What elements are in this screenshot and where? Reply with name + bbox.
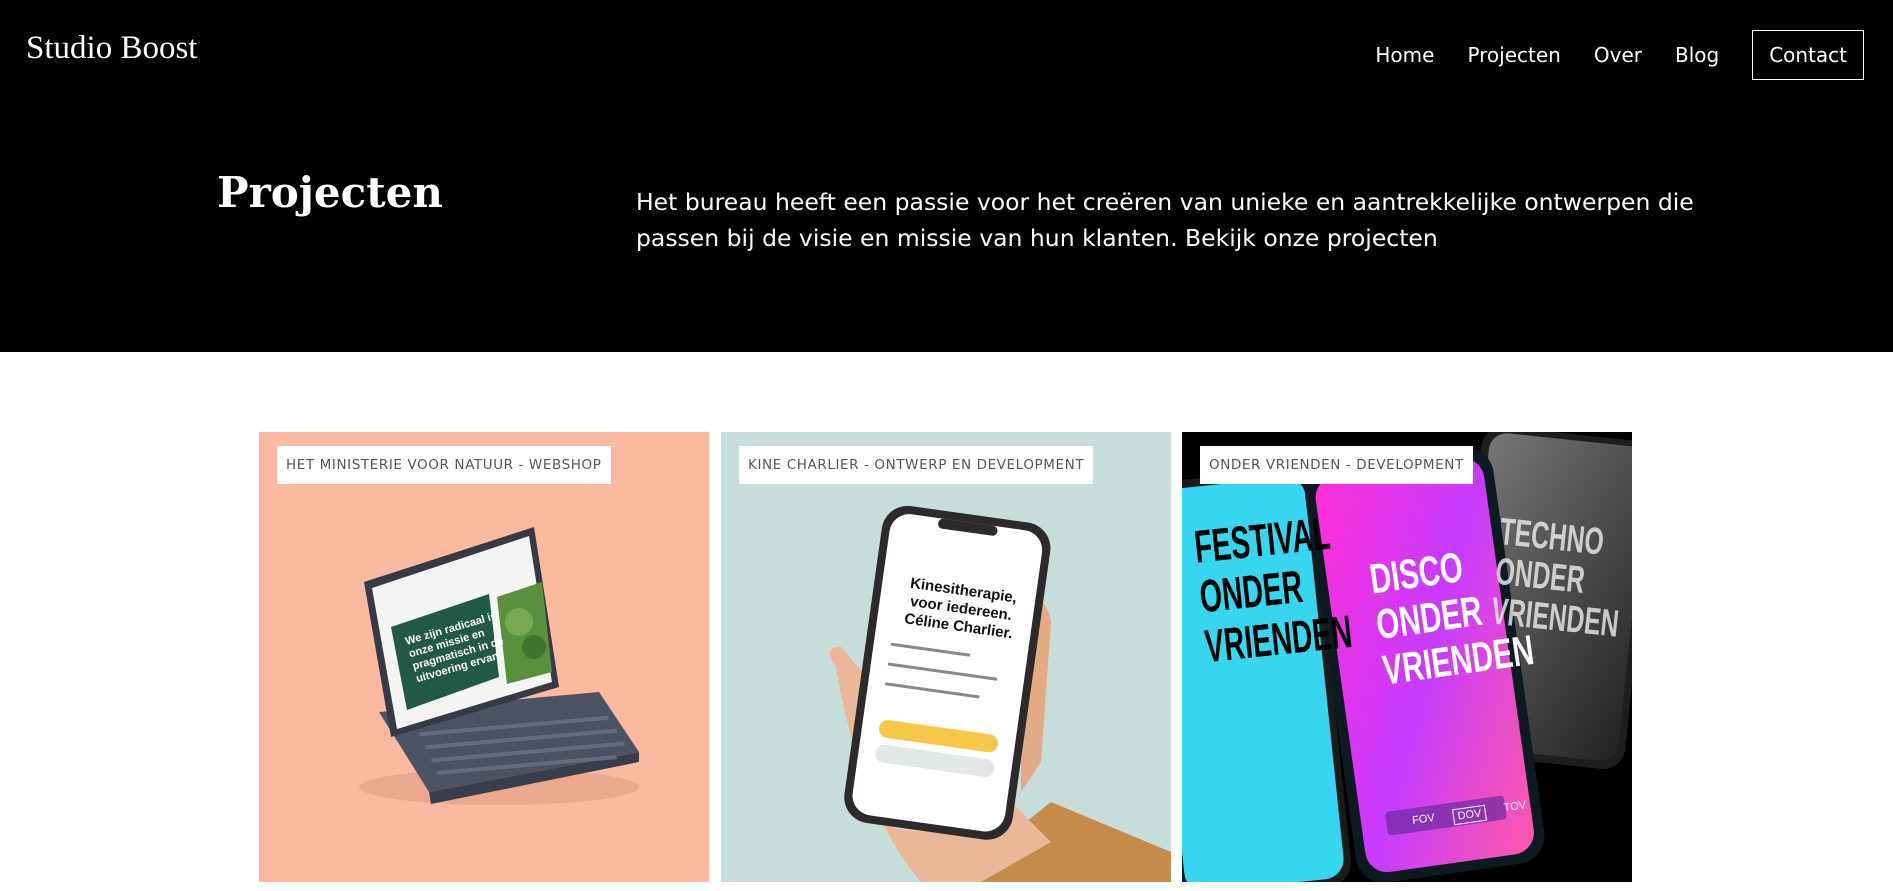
project-card-onder-vrienden[interactable]: FESTIVAL ONDER VRIENDEN DISCO ONDER VRIE…	[1182, 432, 1632, 882]
project-tag: ONDER VRIENDEN - DEVELOPMENT	[1200, 446, 1473, 484]
nav-contact-button[interactable]: Contact	[1752, 30, 1864, 80]
project-card-ministerie[interactable]: We zijn radicaal in onze missie en pragm…	[259, 432, 709, 882]
nav-over-link[interactable]: Over	[1594, 45, 1642, 65]
site-logo[interactable]: Studio Boost	[26, 30, 197, 67]
site-header: Studio Boost Home Projecten Over Blog Co…	[0, 0, 1893, 352]
project-tag: HET MINISTERIE VOOR NATUUR - WEBSHOP	[277, 446, 611, 484]
mockup-screen-text: DISCO ONDER VRIENDEN	[1366, 543, 1537, 694]
main-nav: Home Projecten Over Blog Contact	[1342, 29, 1864, 81]
project-tag: KINE CHARLIER - ONTWERP EN DEVELOPMENT	[739, 446, 1094, 484]
project-card-kine-charlier[interactable]: Kinesitherapie, voor iedereen. Céline Ch…	[721, 432, 1171, 882]
nav-projecten-link[interactable]: Projecten	[1467, 45, 1560, 65]
mockup-screen-text: TECHNO ONDER VRIENDEN	[1489, 511, 1621, 646]
nav-blog-link[interactable]: Blog	[1675, 45, 1719, 65]
mockup-tab: FOV	[1411, 811, 1436, 827]
mockup-tab: TOV	[1503, 799, 1527, 815]
phone-in-hand-image	[721, 432, 1171, 882]
mockup-screen-text: FESTIVAL ONDER VRIENDEN	[1191, 506, 1355, 673]
nav-home-link[interactable]: Home	[1375, 45, 1434, 65]
page-intro: Het bureau heeft een passie voor het cre…	[636, 188, 1694, 252]
projects-grid: We zijn radicaal in onze missie en pragm…	[259, 432, 1632, 882]
page-title: Projecten	[217, 168, 443, 217]
